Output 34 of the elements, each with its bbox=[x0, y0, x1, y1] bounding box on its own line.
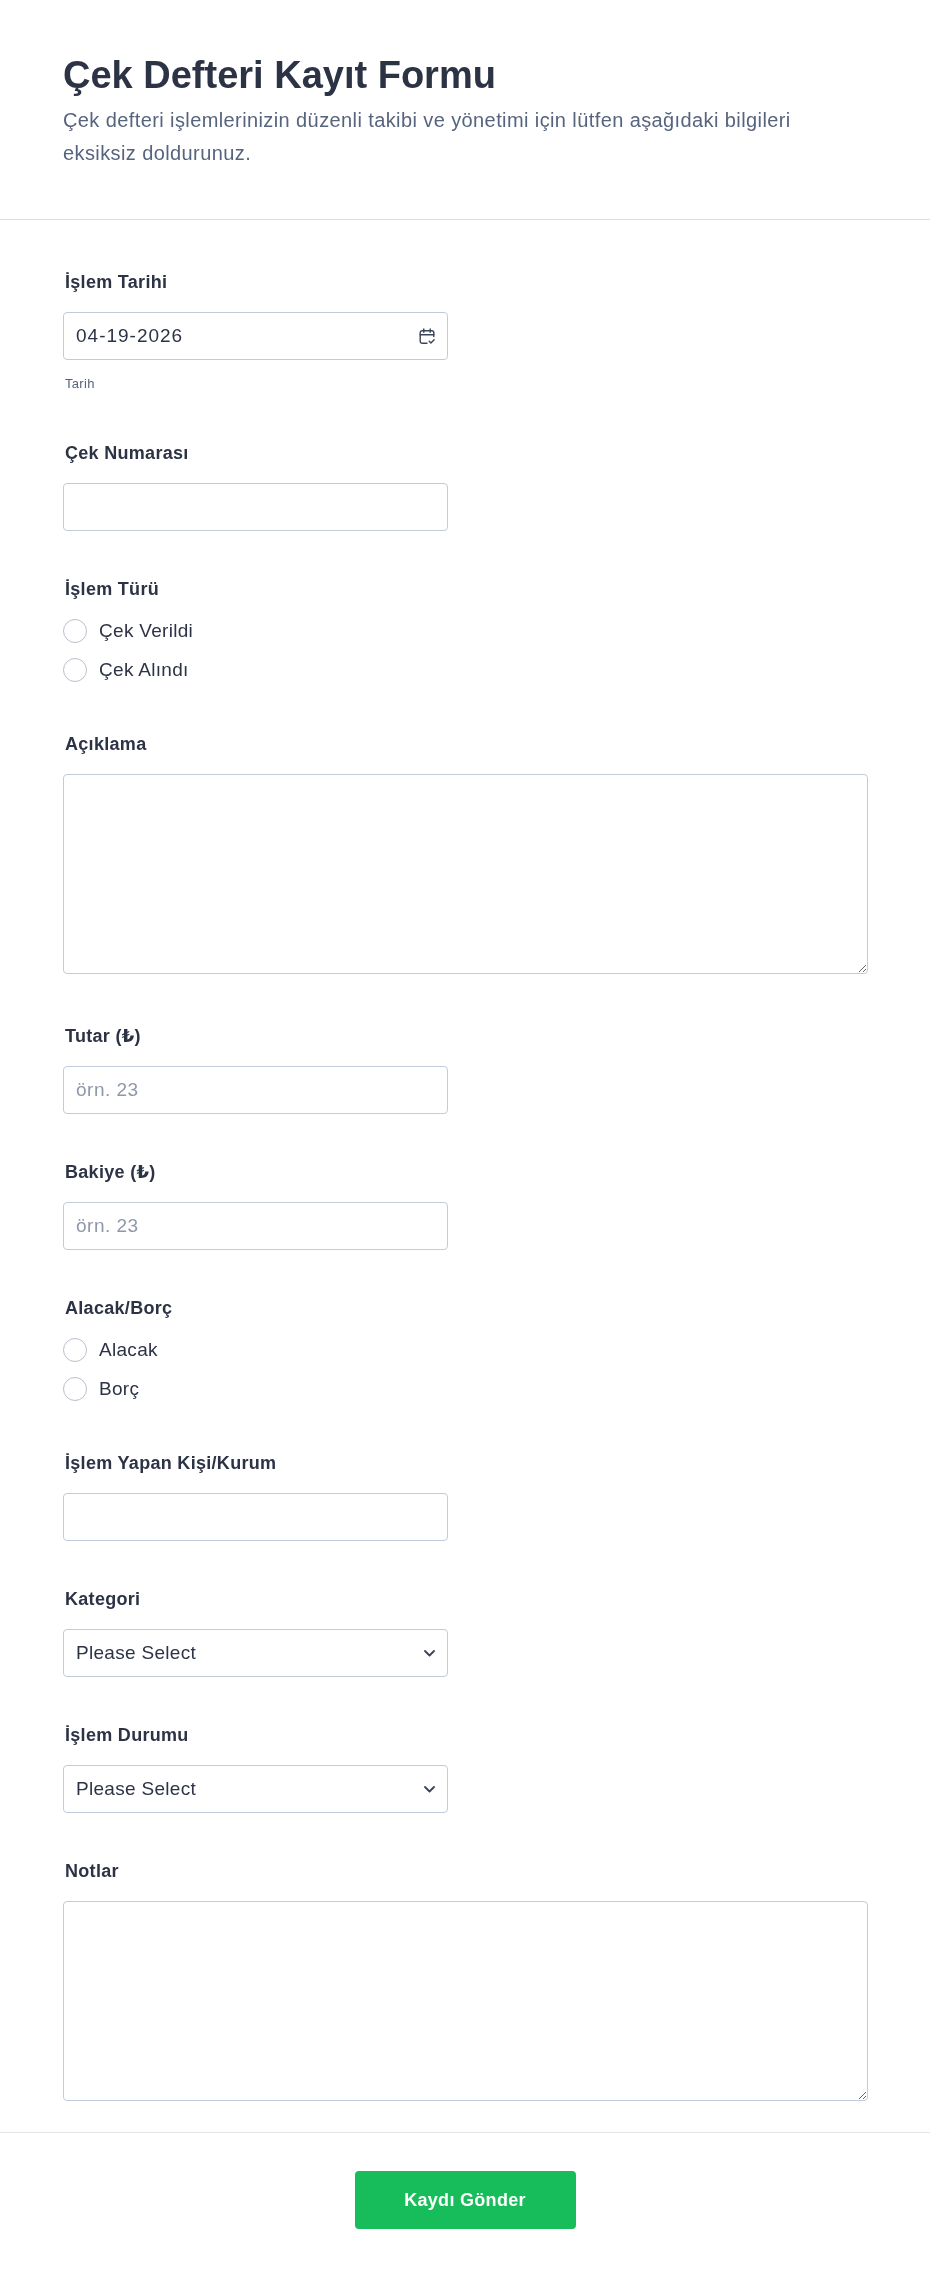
radio-button[interactable] bbox=[63, 1338, 87, 1362]
radio-label[interactable]: Borç bbox=[99, 1378, 140, 1400]
select-field[interactable]: Please Select bbox=[63, 1765, 448, 1813]
field-sublabel: Tarih bbox=[65, 376, 95, 392]
select-field[interactable]: Please Select bbox=[63, 1629, 448, 1677]
field-label: İşlem Tarihi bbox=[65, 271, 168, 293]
date-field[interactable]: 04-19-2026 bbox=[63, 312, 448, 360]
field-label: Kategori bbox=[65, 1588, 141, 1610]
number-field[interactable]: örn. 23 bbox=[63, 1066, 448, 1114]
form-title: Çek Defteri Kayıt Formu bbox=[63, 53, 497, 98]
textarea-field[interactable] bbox=[63, 774, 868, 974]
field-label: Alacak/Borç bbox=[65, 1297, 173, 1319]
calendar-icon[interactable] bbox=[419, 327, 435, 345]
radio-button[interactable] bbox=[63, 658, 87, 682]
radio-label[interactable]: Çek Alındı bbox=[99, 659, 189, 681]
chevron-down-icon bbox=[424, 1785, 435, 1793]
radio-label[interactable]: Alacak bbox=[99, 1339, 158, 1361]
field-label: Bakiye (₺) bbox=[65, 1161, 156, 1183]
field-label: Çek Numarası bbox=[65, 442, 189, 464]
textarea-field[interactable] bbox=[63, 1901, 868, 2101]
field-label: İşlem Yapan Kişi/Kurum bbox=[65, 1452, 277, 1474]
number-field[interactable]: örn. 23 bbox=[63, 1202, 448, 1250]
radio-label[interactable]: Çek Verildi bbox=[99, 620, 194, 642]
text-field[interactable] bbox=[63, 483, 448, 531]
field-label: İşlem Durumu bbox=[65, 1724, 189, 1746]
field-label: İşlem Türü bbox=[65, 578, 160, 600]
field-label: Açıklama bbox=[65, 733, 147, 755]
field-label: Notlar bbox=[65, 1860, 119, 1882]
radio-button[interactable] bbox=[63, 619, 87, 643]
text-field[interactable] bbox=[63, 1493, 448, 1541]
chevron-down-icon bbox=[424, 1649, 435, 1657]
form-description: Çek defteri işlemlerinizin düzenli takibi ve yönetimi için lütfen aşağıdaki bilgileri eksiksiz doldurunuz. bbox=[63, 108, 792, 166]
field-label: Tutar (₺) bbox=[65, 1025, 141, 1047]
radio-button[interactable] bbox=[63, 1377, 87, 1401]
